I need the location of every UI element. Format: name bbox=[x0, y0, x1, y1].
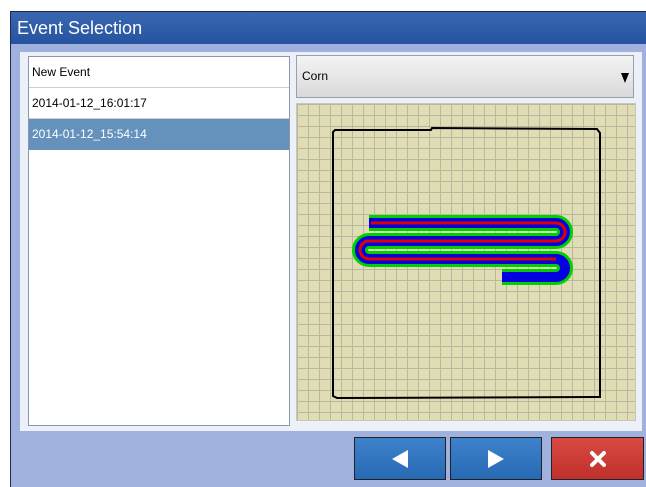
triangle-left-icon bbox=[355, 438, 445, 479]
close-button[interactable] bbox=[551, 437, 644, 480]
next-button[interactable] bbox=[450, 437, 542, 480]
coverage-pass-middle bbox=[355, 218, 570, 282]
crop-dropdown[interactable]: Corn bbox=[296, 55, 634, 98]
coverage-passes bbox=[352, 215, 573, 285]
field-map-drawing bbox=[332, 126, 601, 400]
event-list[interactable]: New Event 2014-01-12_16:01:17 2014-01-12… bbox=[28, 56, 290, 426]
event-item-2014-01-12-155414[interactable]: 2014-01-12_15:54:14 bbox=[29, 119, 289, 150]
coverage-pass-outer bbox=[352, 215, 573, 285]
event-item-2014-01-12-160117[interactable]: 2014-01-12_16:01:17 bbox=[29, 88, 289, 119]
x-icon bbox=[552, 438, 643, 479]
chevron-down-icon bbox=[621, 73, 629, 83]
event-item-new-event[interactable]: New Event bbox=[29, 57, 289, 88]
previous-button[interactable] bbox=[354, 437, 446, 480]
triangle-right-icon bbox=[451, 438, 541, 479]
event-selection-window: Event Selection New Event 2014-01-12_16:… bbox=[10, 11, 646, 487]
field-map bbox=[296, 103, 636, 421]
content-panel: New Event 2014-01-12_16:01:17 2014-01-12… bbox=[20, 52, 642, 431]
window-title: Event Selection bbox=[11, 12, 646, 44]
crop-dropdown-value: Corn bbox=[302, 69, 329, 83]
